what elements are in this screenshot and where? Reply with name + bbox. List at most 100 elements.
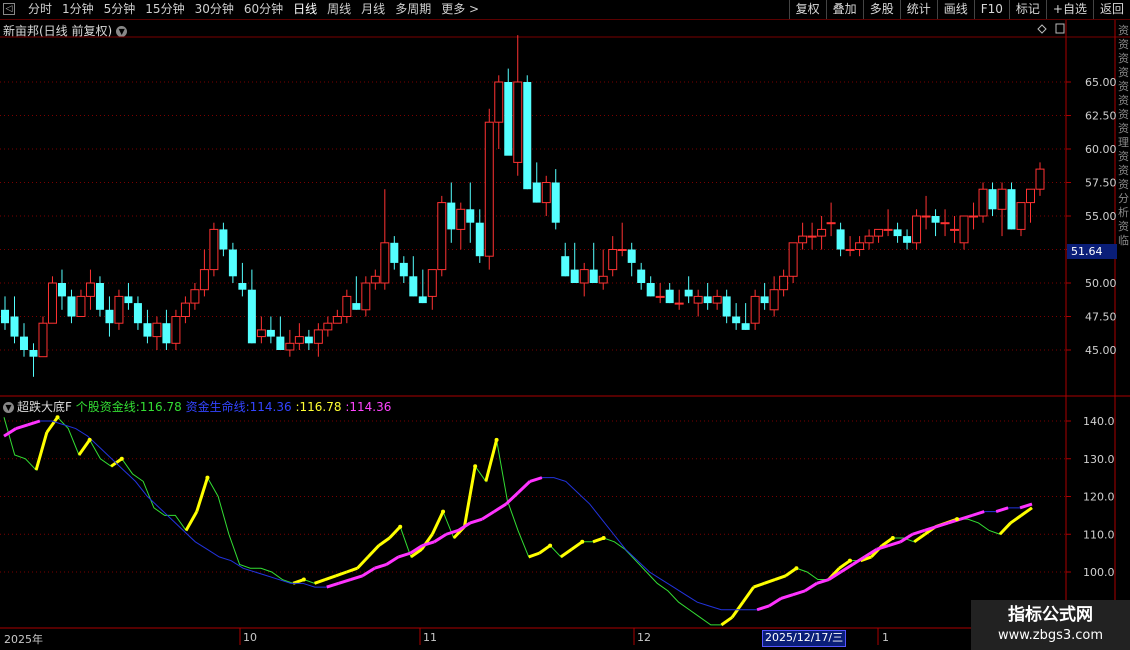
candle-down — [304, 336, 313, 344]
candle-up — [171, 316, 181, 344]
candle-up — [484, 121, 494, 257]
life-line-rising — [971, 510, 985, 517]
candle-down — [266, 329, 275, 337]
life-line-rising — [516, 480, 531, 494]
fund-line-rising — [34, 431, 49, 471]
indicator-name: 超跌大底F — [17, 400, 72, 414]
candle-up — [76, 295, 86, 317]
candle-up — [513, 81, 523, 163]
window-icon — [1055, 23, 1065, 34]
fund-line-label: 个股资金线: — [75, 400, 140, 414]
candle-up — [883, 228, 893, 231]
candle-up — [1026, 188, 1036, 204]
fund-line-rising — [430, 510, 445, 535]
fund-line-rising — [528, 551, 540, 559]
candle-up — [826, 222, 836, 225]
main-y-tick-label: 57.50 — [1085, 177, 1117, 190]
fund-peak-marker — [119, 456, 124, 461]
candle-up — [579, 269, 589, 284]
diamond-icon — [1037, 24, 1047, 34]
life-line-rising — [912, 529, 925, 536]
candle-up — [190, 289, 200, 304]
candle-up — [332, 316, 342, 324]
life-line-rising — [804, 582, 818, 593]
candle-down — [570, 269, 579, 283]
candle-up — [921, 215, 931, 218]
fund-line-rising — [484, 439, 499, 482]
candle-up — [152, 322, 162, 338]
candle-up — [1016, 202, 1026, 230]
candle-down — [124, 296, 133, 304]
life-line-rising — [385, 555, 400, 566]
fund-line-rising — [1009, 514, 1023, 525]
chevron-down-icon[interactable]: ▼ — [3, 402, 14, 413]
ind-y-tick-label: 120.0 — [1083, 491, 1115, 504]
candle-down — [466, 209, 475, 223]
fund-line-rising — [913, 533, 926, 544]
candle-up — [294, 336, 304, 344]
candle-up — [912, 215, 922, 244]
fund-peak-marker — [601, 536, 606, 541]
x-label-year: 2025年 — [4, 633, 43, 646]
fund-peak-marker — [955, 517, 960, 522]
fund-peak-marker — [398, 524, 403, 529]
fund-peak-marker — [473, 464, 478, 469]
life-line-rising — [469, 517, 483, 525]
candle-up — [199, 269, 209, 291]
life-line-label: 资金生命线: — [185, 400, 250, 414]
ind-y-tick-label: 130.0 — [1083, 453, 1115, 466]
fund-peak-marker — [205, 475, 210, 480]
life-line-rising — [481, 510, 495, 521]
fund-peak-marker — [847, 558, 852, 563]
candle-up — [361, 282, 371, 311]
candle-down — [523, 82, 532, 190]
candle-up — [788, 242, 798, 277]
fund-peak-marker — [494, 437, 499, 442]
candle-down — [627, 249, 636, 263]
candle-down — [10, 316, 19, 337]
candle-up — [38, 322, 48, 358]
candle-down — [637, 269, 646, 283]
extra-value-1: :116.78 — [295, 400, 342, 414]
candle-up — [712, 295, 722, 304]
life-line-rising — [15, 423, 29, 430]
main-y-tick-label: 62.50 — [1085, 110, 1117, 123]
candle-down — [19, 336, 28, 350]
candle-down — [418, 296, 427, 304]
fund-peak-marker — [87, 437, 92, 442]
fund-peak-marker — [794, 566, 799, 571]
candle-down — [67, 296, 76, 317]
candle-down — [162, 323, 171, 344]
candle-up — [817, 228, 827, 237]
candle-up — [494, 81, 504, 123]
fund-line-rising — [720, 616, 734, 627]
candle-down — [228, 249, 237, 277]
candle-up — [997, 188, 1007, 210]
fund-line-rising — [346, 566, 358, 574]
candle-down — [399, 262, 408, 277]
x-label-jan: 1 — [882, 631, 889, 644]
candle-up — [85, 282, 95, 297]
fund-line-rising — [377, 536, 391, 547]
life-line-rising — [3, 427, 17, 438]
main-y-tick-label: 55.00 — [1085, 210, 1117, 223]
life-line-rising — [780, 593, 794, 600]
life-line-rising — [935, 521, 949, 529]
life-line-rising — [350, 574, 364, 581]
life-line-rising — [923, 525, 937, 532]
main-y-tick-label: 50.00 — [1085, 277, 1117, 290]
life-line-rising — [421, 540, 435, 548]
candle-down — [722, 296, 731, 317]
chart-canvas[interactable]: 65.0062.5060.0057.5055.0052.5050.0047.50… — [0, 0, 1130, 650]
candle-up — [598, 275, 608, 284]
candle-down — [447, 202, 456, 230]
candle-up — [693, 295, 703, 304]
candle-up — [1035, 168, 1045, 190]
life-line — [3, 420, 1033, 611]
fund-line-rising — [184, 510, 199, 532]
ind-y-tick-label: 110.0 — [1083, 528, 1115, 541]
candle-up — [313, 329, 323, 344]
life-line-rising — [374, 563, 387, 570]
candle-down — [646, 283, 655, 297]
fund-line-rising — [324, 574, 337, 581]
